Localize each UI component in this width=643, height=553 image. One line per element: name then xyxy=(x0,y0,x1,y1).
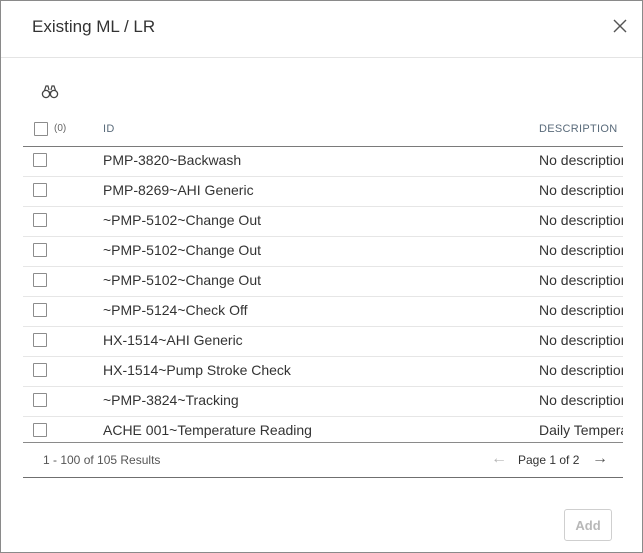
footer-divider xyxy=(23,477,623,478)
row-description: No description xyxy=(539,332,623,348)
row-id: PMP-8269~AHI Generic xyxy=(103,182,254,198)
row-description: No description xyxy=(539,242,623,258)
row-checkbox[interactable] xyxy=(33,333,47,347)
row-checkbox[interactable] xyxy=(33,393,47,407)
row-id: ~PMP-5124~Check Off xyxy=(103,302,248,318)
row-checkbox[interactable] xyxy=(33,363,47,377)
dialog-header: Existing ML / LR xyxy=(1,1,642,58)
column-header-description[interactable]: DESCRIPTION xyxy=(539,123,617,135)
table-row[interactable]: ~PMP-5102~Change Out No description xyxy=(23,236,623,267)
existing-ml-lr-dialog: Existing ML / LR (0) ID DESCRIPTION PMP-… xyxy=(0,0,643,553)
row-description: No description xyxy=(539,302,623,318)
row-id: PMP-3820~Backwash xyxy=(103,152,242,168)
dialog-title: Existing ML / LR xyxy=(32,17,156,36)
row-description: No description xyxy=(539,272,623,288)
table-bottom-divider xyxy=(23,442,623,443)
row-id: ~PMP-5102~Change Out xyxy=(103,272,261,288)
arrow-right-icon[interactable]: → xyxy=(592,450,608,468)
row-description: No description xyxy=(539,212,623,228)
row-id: HX-1514~Pump Stroke Check xyxy=(103,362,291,378)
row-checkbox[interactable] xyxy=(33,423,47,437)
column-header-id[interactable]: ID xyxy=(103,123,115,135)
row-id: HX-1514~AHI Generic xyxy=(103,332,243,348)
row-description: No description xyxy=(539,392,623,408)
select-all-checkbox[interactable] xyxy=(34,122,48,136)
row-checkbox[interactable] xyxy=(33,213,47,227)
row-description: No description xyxy=(539,362,623,378)
table-row[interactable]: HX-1514~Pump Stroke Check No description xyxy=(23,356,623,387)
row-id: ~PMP-5102~Change Out xyxy=(103,212,261,228)
row-checkbox[interactable] xyxy=(33,243,47,257)
table-row[interactable]: ~PMP-3824~Tracking No description xyxy=(23,386,623,417)
table-row[interactable]: ~PMP-5102~Change Out No description xyxy=(23,206,623,237)
row-id: ~PMP-5102~Change Out xyxy=(103,242,261,258)
row-description: No description xyxy=(539,182,623,198)
table-row[interactable]: HX-1514~AHI Generic No description xyxy=(23,326,623,357)
row-id: ACHE 001~Temperature Reading xyxy=(103,422,312,438)
row-checkbox[interactable] xyxy=(33,183,47,197)
row-checkbox[interactable] xyxy=(33,303,47,317)
page-indicator: Page 1 of 2 xyxy=(518,453,580,467)
results-count: 1 - 100 of 105 Results xyxy=(43,453,161,467)
table-row[interactable]: PMP-3820~Backwash No description xyxy=(23,146,623,177)
table-row[interactable]: ~PMP-5102~Change Out No description xyxy=(23,266,623,297)
table-row[interactable]: ~PMP-5124~Check Off No description xyxy=(23,296,623,327)
close-icon[interactable] xyxy=(609,15,631,37)
binoculars-icon[interactable] xyxy=(41,84,61,100)
row-description: No description xyxy=(539,152,623,168)
selected-count: (0) xyxy=(54,123,67,134)
row-checkbox[interactable] xyxy=(33,273,47,287)
results-table: PMP-3820~Backwash No description PMP-826… xyxy=(23,146,623,442)
row-checkbox[interactable] xyxy=(33,153,47,167)
row-id: ~PMP-3824~Tracking xyxy=(103,392,239,408)
arrow-left-icon[interactable]: ← xyxy=(491,450,507,468)
table-row[interactable]: PMP-8269~AHI Generic No description xyxy=(23,176,623,207)
table-row[interactable]: ACHE 001~Temperature Reading Daily Tempe… xyxy=(23,416,623,442)
row-description: Daily Temperature xyxy=(539,422,623,438)
add-button[interactable]: Add xyxy=(564,509,612,541)
